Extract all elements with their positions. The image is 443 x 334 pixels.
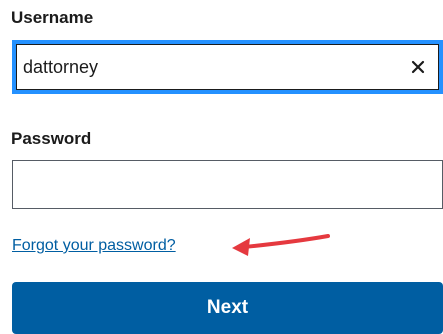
password-input[interactable] <box>23 161 403 208</box>
forgot-password-link[interactable]: Forgot your password? <box>12 236 176 256</box>
username-label: Username <box>11 8 94 27</box>
arrow-left-icon <box>232 234 330 256</box>
password-label: Password <box>11 129 92 148</box>
username-input[interactable] <box>23 44 403 90</box>
next-button-label: Next <box>206 297 249 318</box>
username-field[interactable] <box>12 40 443 94</box>
close-icon[interactable] <box>409 58 427 76</box>
next-button[interactable]: Next <box>12 282 443 334</box>
password-field[interactable] <box>12 160 443 209</box>
